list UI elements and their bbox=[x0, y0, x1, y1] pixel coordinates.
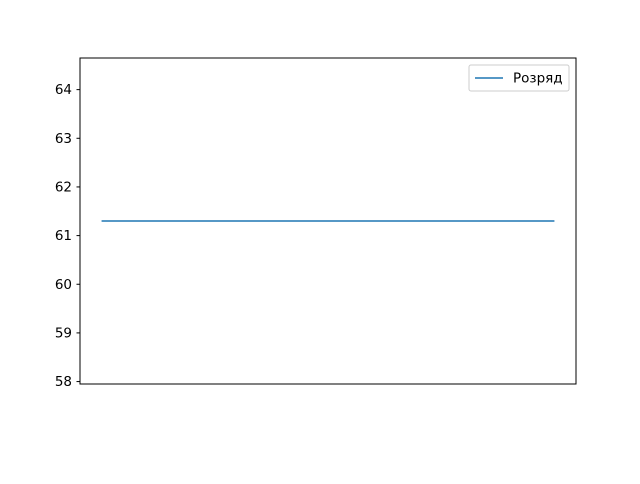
chart-figure: 58 59 60 61 62 63 64 Розряд bbox=[0, 0, 640, 480]
legend: Розряд bbox=[468, 64, 570, 92]
y-tick-label: 61 bbox=[55, 228, 72, 244]
y-tick-label: 59 bbox=[55, 325, 72, 341]
y-tick-label: 62 bbox=[55, 179, 72, 195]
y-tick-label: 64 bbox=[55, 82, 72, 98]
y-tick-label: 63 bbox=[55, 131, 72, 147]
y-tick-label: 60 bbox=[55, 277, 72, 293]
legend-label: Розряд bbox=[513, 71, 563, 87]
line-chart: 58 59 60 61 62 63 64 Розряд bbox=[0, 0, 640, 480]
y-tick-label: 58 bbox=[55, 374, 72, 390]
